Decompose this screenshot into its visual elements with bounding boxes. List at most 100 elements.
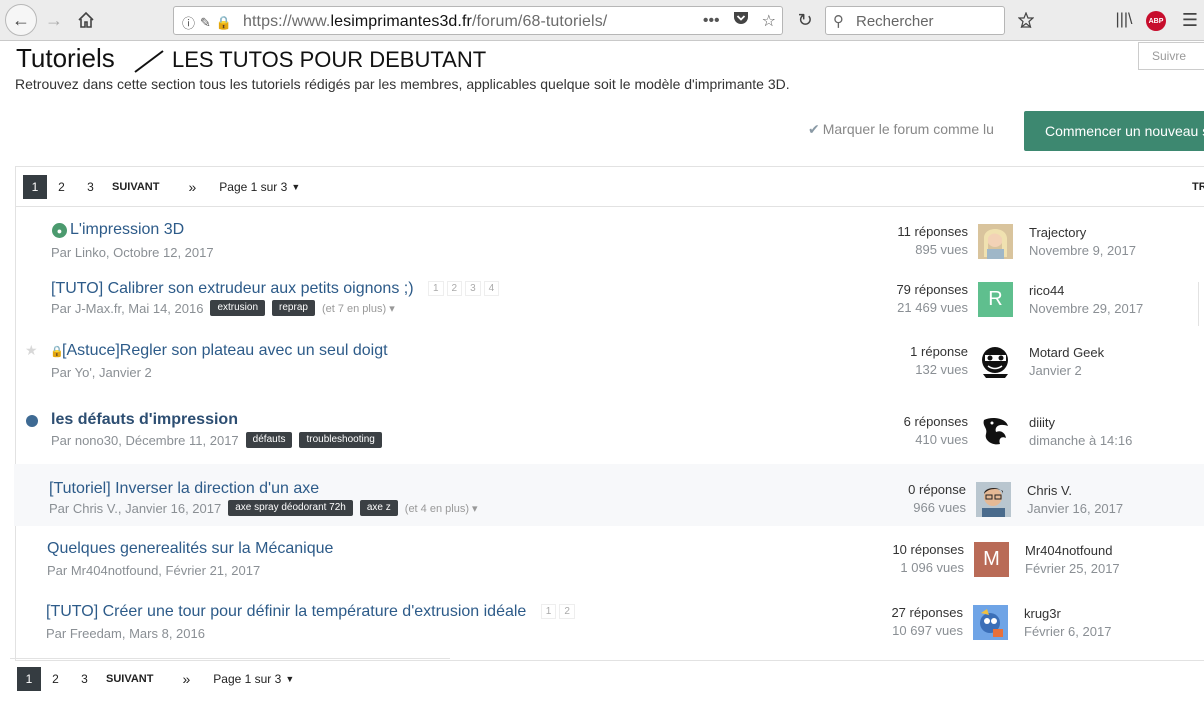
- tag[interactable]: défauts: [245, 432, 293, 448]
- secure-lock-icon: 🔒: [215, 14, 233, 30]
- bookmarks-menu-icon[interactable]: [1014, 8, 1038, 32]
- star-icon[interactable]: ★: [25, 342, 38, 359]
- pagination-bottom: 1 2 3 SUIVANT » Page 1 sur 3 ▼: [10, 658, 450, 698]
- topic-title[interactable]: [TUTO] Calibrer son extrudeur aux petits…: [51, 280, 500, 298]
- home-icon[interactable]: [74, 8, 98, 32]
- last-poster[interactable]: Motard Geek: [1029, 345, 1104, 360]
- tag[interactable]: reprap: [272, 300, 315, 316]
- avatar[interactable]: R: [978, 282, 1013, 317]
- avatar[interactable]: [973, 605, 1008, 640]
- topic-title[interactable]: L'impression 3D: [70, 221, 184, 239]
- mini-page[interactable]: 2: [559, 604, 575, 620]
- forum-page: Tutoriels LES TUTOS POUR DEBUTANT Retrou…: [0, 42, 1204, 706]
- more-tags-dropdown[interactable]: (et 7 en plus) ▾: [322, 302, 395, 315]
- last-poster[interactable]: Trajectory: [1029, 225, 1086, 240]
- topic-mini-pagination: 12: [540, 604, 575, 620]
- topic-stats: 27 réponses 10 697 vues: [871, 605, 963, 638]
- last-post-date[interactable]: dimanche à 14:16: [1029, 433, 1132, 448]
- page-current[interactable]: 1: [23, 174, 47, 199]
- avatar[interactable]: [976, 482, 1011, 517]
- back-arrow-icon[interactable]: ←: [5, 4, 37, 36]
- topic-title[interactable]: Quelques generealités sur la Mécanique: [47, 540, 333, 558]
- avatar[interactable]: [978, 224, 1013, 259]
- last-poster[interactable]: rico44: [1029, 283, 1064, 298]
- topic-row: les défauts d'impression Par nono30, Déc…: [16, 396, 1204, 458]
- search-bar[interactable]: ⚲: [825, 6, 1005, 35]
- avatar[interactable]: [978, 414, 1013, 449]
- search-icon: ⚲: [833, 13, 844, 30]
- topic-meta: Par Freedam, Mars 8, 2016: [46, 626, 205, 641]
- unread-dot-icon[interactable]: [26, 415, 38, 427]
- more-tags-dropdown[interactable]: (et 4 en plus) ▾: [405, 502, 478, 515]
- search-input[interactable]: [856, 11, 996, 31]
- reply-count: 27 réponses: [891, 605, 963, 620]
- page-2[interactable]: 2: [41, 667, 70, 691]
- site-info[interactable]: ⓘ ✎ 🔒: [182, 13, 232, 32]
- topic-meta: Par Mr404notfound, Février 21, 2017: [47, 563, 261, 578]
- topic-stats: 79 réponses 21 469 vues: [876, 282, 968, 315]
- adblock-icon[interactable]: ABP: [1146, 11, 1166, 31]
- sort-button[interactable]: TRIER: [1192, 181, 1204, 193]
- view-count: 1 096 vues: [900, 560, 964, 575]
- bookmark-star-icon[interactable]: ☆: [762, 11, 776, 31]
- avatar[interactable]: M: [974, 542, 1009, 577]
- last-poster[interactable]: Chris V.: [1027, 483, 1072, 498]
- follow-button[interactable]: Suivre: [1138, 42, 1204, 70]
- tag[interactable]: axe z: [359, 500, 398, 516]
- last-post-date[interactable]: Janvier 2: [1029, 363, 1082, 378]
- start-topic-button[interactable]: Commencer un nouveau s: [1024, 111, 1204, 151]
- caret-down-icon: ▼: [291, 181, 301, 192]
- tag[interactable]: troubleshooting: [299, 432, 382, 448]
- last-post-date[interactable]: Novembre 29, 2017: [1029, 301, 1143, 316]
- pocket-icon[interactable]: [733, 11, 749, 31]
- last-post-date[interactable]: Janvier 16, 2017: [1027, 501, 1123, 516]
- library-icon[interactable]: |||\: [1112, 8, 1136, 32]
- forward-arrow-icon[interactable]: →: [42, 8, 66, 32]
- mini-page[interactable]: 4: [483, 281, 500, 297]
- last-post-date[interactable]: Février 25, 2017: [1025, 561, 1120, 576]
- topic-title[interactable]: [Tutoriel] Inverser la direction d'un ax…: [49, 480, 319, 498]
- tag[interactable]: axe spray déodorant 72h: [228, 500, 353, 516]
- topic-title[interactable]: les défauts d'impression: [51, 411, 238, 429]
- topic-title[interactable]: [TUTO] Créer une tour pour définir la te…: [46, 603, 575, 621]
- mini-page[interactable]: 3: [465, 281, 481, 297]
- page-current[interactable]: 1: [17, 666, 41, 691]
- mini-page[interactable]: 2: [446, 281, 463, 297]
- last-poster[interactable]: krug3r: [1024, 606, 1061, 621]
- next-page-link[interactable]: SUIVANT: [106, 673, 153, 685]
- last-poster[interactable]: Mr404notfound: [1025, 543, 1112, 558]
- topic-meta: Par Yo', Janvier 2: [51, 365, 152, 380]
- tag[interactable]: extrusion: [210, 300, 266, 316]
- reload-icon[interactable]: ↻: [793, 8, 817, 32]
- last-post-date[interactable]: Novembre 9, 2017: [1029, 243, 1136, 258]
- view-count: 21 469 vues: [897, 300, 968, 315]
- reply-count: 1 réponse: [910, 344, 968, 359]
- next-page-link[interactable]: SUIVANT: [112, 181, 159, 193]
- column-divider: [1198, 282, 1199, 326]
- url-text[interactable]: https://www.lesimprimantes3d.fr/forum/68…: [243, 13, 607, 31]
- page-jump-dropdown[interactable]: Page 1 sur 3 ▼: [219, 180, 300, 194]
- page-jump-dropdown[interactable]: Page 1 sur 3 ▼: [213, 672, 294, 686]
- url-bar[interactable]: ⓘ ✎ 🔒 https://www.lesimprimantes3d.fr/fo…: [173, 6, 783, 35]
- topic-title[interactable]: [Astuce]Regler son plateau avec un seul …: [62, 342, 388, 360]
- mini-page[interactable]: 1: [427, 281, 444, 297]
- page-actions-icon[interactable]: •••: [703, 12, 720, 30]
- reply-count: 6 réponses: [903, 414, 968, 429]
- mini-page[interactable]: 1: [540, 604, 557, 620]
- view-count: 10 697 vues: [892, 623, 963, 638]
- page-2[interactable]: 2: [47, 175, 76, 199]
- page-3[interactable]: 3: [70, 667, 99, 691]
- info-icon[interactable]: ⓘ: [182, 13, 195, 32]
- page-3[interactable]: 3: [76, 175, 105, 199]
- last-page-icon[interactable]: »: [188, 179, 196, 195]
- topic-stats: 0 réponse 966 vues: [874, 482, 966, 515]
- view-count: 895 vues: [915, 242, 968, 257]
- mark-read-link[interactable]: ✔ Marquer le forum comme lu: [808, 121, 994, 138]
- last-post-date[interactable]: Février 6, 2017: [1024, 624, 1111, 639]
- permissions-icon[interactable]: ✎: [200, 15, 211, 31]
- last-page-icon[interactable]: »: [182, 671, 190, 687]
- last-poster[interactable]: diiity: [1029, 415, 1055, 430]
- avatar[interactable]: [978, 344, 1013, 379]
- topic-row: [TUTO] Créer une tour pour définir la te…: [11, 591, 1201, 653]
- hamburger-menu-icon[interactable]: ☰: [1178, 8, 1202, 32]
